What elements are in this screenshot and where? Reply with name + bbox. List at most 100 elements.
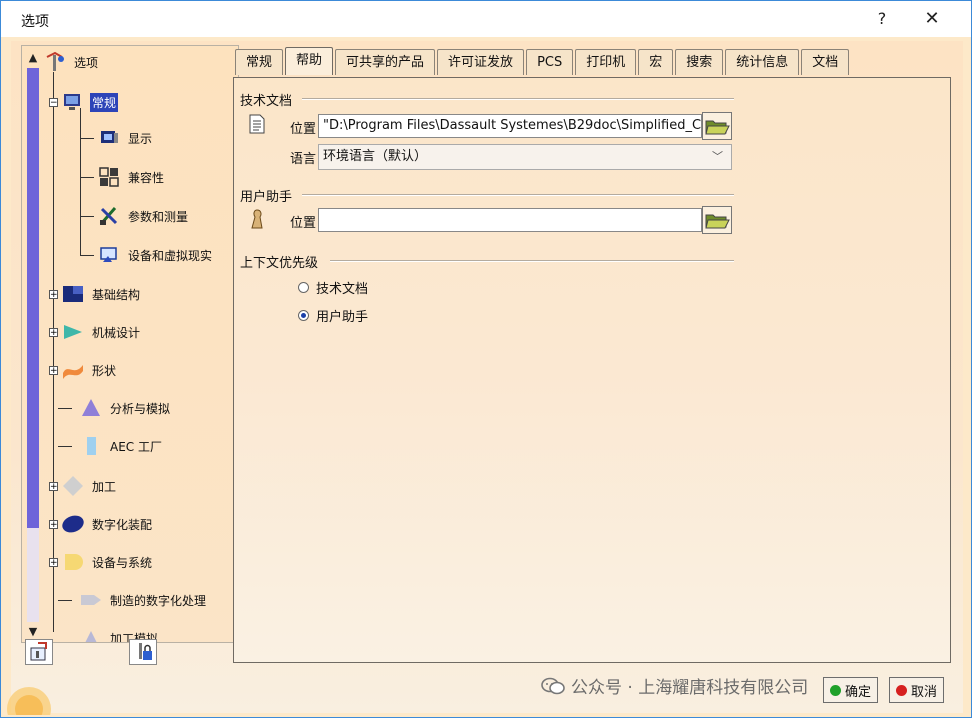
- equipment-systems-icon: [65, 554, 83, 570]
- tree-item-label: AEC 工厂: [110, 439, 162, 454]
- infrastructure-icon: [63, 286, 83, 302]
- scroll-thumb[interactable]: [27, 68, 39, 528]
- display-icon: [101, 131, 118, 143]
- digital-mockup-icon: [62, 515, 84, 533]
- ok-button[interactable]: 确定: [823, 677, 879, 703]
- machining-simulation-icon: [85, 631, 97, 642]
- tree-item-label: 参数和测量: [128, 209, 189, 224]
- tree-item-label: 显示: [128, 131, 153, 146]
- tree-item-digital-mockup[interactable]: 数字化装配: [62, 512, 154, 536]
- scroll-down-icon[interactable]: ▼: [24, 624, 42, 640]
- tab-licensing[interactable]: 许可证发放: [437, 49, 525, 75]
- tech-doc-language-select[interactable]: 环境语言（默认） ﹀: [318, 144, 732, 170]
- sun-icon: [7, 687, 51, 715]
- tab-printers[interactable]: 打印机: [575, 49, 637, 75]
- user-assistant-location-label: 位置: [290, 216, 317, 231]
- expander-mechanical[interactable]: +: [49, 328, 58, 338]
- machining-icon: [63, 476, 83, 496]
- tree-item-machining[interactable]: 加工: [62, 474, 118, 498]
- tree-item-label: 形状: [92, 363, 117, 378]
- user-assistant-icon: [251, 209, 263, 229]
- language-select-value: 环境语言（默认）: [323, 149, 428, 164]
- user-assistant-browse-button[interactable]: [702, 206, 732, 234]
- tech-doc-divider: [302, 98, 734, 100]
- tree-item-mechanical-design[interactable]: 机械设计: [62, 320, 142, 344]
- radio-user-assistant[interactable]: 用户助手: [298, 306, 368, 325]
- tab-search[interactable]: 搜索: [675, 49, 724, 75]
- tech-doc-browse-button[interactable]: [702, 112, 732, 140]
- aec-plant-icon: [87, 437, 96, 455]
- window-title: 选项: [21, 14, 49, 30]
- tab-document[interactable]: 文档: [801, 49, 850, 75]
- tree-root[interactable]: 选项: [44, 50, 100, 74]
- tree-item-label: 兼容性: [128, 170, 165, 185]
- cancel-button-label: 取消: [911, 684, 938, 700]
- dialog-client: ▲ ▼ − + + + + + + 选项 常规 显示 兼容性 参数和测量 设备和…: [11, 41, 963, 713]
- watermark-text: 公众号 · 上海耀唐科技有限公司: [571, 678, 809, 698]
- tree-item-label: 机械设计: [92, 325, 141, 340]
- user-assistant-location-input[interactable]: [318, 208, 702, 232]
- tab-general[interactable]: 常规: [235, 49, 284, 75]
- shape-icon: [63, 365, 83, 379]
- radio-tech-doc-circle[interactable]: [298, 282, 309, 293]
- ok-button-label: 确定: [845, 684, 872, 700]
- tree-item-compatibility[interactable]: 兼容性: [98, 165, 166, 189]
- expander-digital-mockup[interactable]: +: [49, 520, 58, 530]
- document-icon: [249, 114, 265, 134]
- watermark: 公众号 · 上海耀唐科技有限公司: [541, 673, 808, 698]
- tab-strip: 常规 帮助 可共享的产品 许可证发放 PCS 打印机 宏 搜索 统计信息 文档: [235, 47, 851, 77]
- expander-general[interactable]: −: [49, 98, 58, 108]
- tree-item-label: 常规: [90, 92, 119, 112]
- cancel-icon: [896, 684, 907, 696]
- options-dialog: 选项 ? ✕ ▲ ▼ − + + + + + + 选项 常规 显示 兼容性 参数…: [0, 0, 972, 718]
- tech-doc-language-label: 语言: [290, 152, 317, 167]
- expander-machining[interactable]: +: [49, 482, 58, 492]
- tree-item-devices-vr[interactable]: 设备和虚拟现实: [98, 243, 214, 267]
- tree-item-equipment-systems[interactable]: 设备与系统: [62, 550, 154, 574]
- tree-scrollbar[interactable]: ▲ ▼: [24, 50, 42, 640]
- cancel-button[interactable]: 取消: [889, 677, 945, 703]
- tab-shareable-products[interactable]: 可共享的产品: [335, 49, 436, 75]
- tree-item-analysis[interactable]: 分析与模拟: [80, 396, 172, 420]
- tree-item-general[interactable]: 常规: [62, 90, 119, 114]
- parameters-icon: [99, 207, 118, 225]
- analysis-icon: [82, 399, 100, 416]
- help-button[interactable]: ?: [867, 7, 897, 31]
- tech-doc-location-input[interactable]: "D:\Program Files\Dassault Systemes\B29d…: [318, 114, 702, 138]
- tree-item-parameters[interactable]: 参数和测量: [98, 204, 190, 228]
- tree-root-label: 选项: [74, 55, 99, 70]
- tree-item-label: 设备与系统: [92, 555, 153, 570]
- expander-equipment[interactable]: +: [49, 558, 58, 568]
- tree-item-infrastructure[interactable]: 基础结构: [62, 282, 142, 306]
- close-button[interactable]: ✕: [917, 7, 947, 31]
- tree-item-label: 加工: [92, 479, 117, 494]
- compatibility-icon: [99, 167, 119, 187]
- options-tree: − + + + + + + 选项 常规 显示 兼容性 参数和测量 设备和虚拟现实…: [44, 46, 238, 642]
- tree-lock-button[interactable]: [129, 639, 157, 665]
- tech-doc-location-label: 位置: [290, 122, 317, 137]
- tree-item-display[interactable]: 显示: [98, 126, 154, 150]
- chevron-down-icon[interactable]: ﹀: [712, 145, 723, 169]
- context-priority-section-title: 上下文优先级: [240, 256, 319, 271]
- tree-item-digital-manufacturing[interactable]: 制造的数字化处理: [80, 588, 208, 612]
- tree-item-aec-plant[interactable]: AEC 工厂: [80, 434, 164, 458]
- monitor-icon: [64, 94, 80, 110]
- wechat-icon: [541, 677, 565, 694]
- tab-statistics[interactable]: 统计信息: [725, 49, 800, 75]
- tab-macros[interactable]: 宏: [638, 49, 674, 75]
- radio-user-assistant-circle[interactable]: [298, 310, 309, 321]
- radio-tech-doc[interactable]: 技术文档: [298, 278, 368, 297]
- tab-help[interactable]: 帮助: [285, 47, 334, 75]
- tree-item-label: 分析与模拟: [110, 401, 171, 416]
- tab-pcs[interactable]: PCS: [526, 49, 574, 75]
- expander-shape[interactable]: +: [49, 366, 58, 376]
- title-bar: 选项 ? ✕: [1, 1, 971, 37]
- digital-manufacturing-icon: [81, 595, 101, 605]
- options-root-icon: [46, 51, 64, 71]
- tree-item-label: 设备和虚拟现实: [128, 248, 213, 263]
- scroll-up-icon[interactable]: ▲: [24, 50, 42, 66]
- user-assistant-section-title: 用户助手: [240, 190, 293, 205]
- expander-infrastructure[interactable]: +: [49, 290, 58, 300]
- tree-item-shape[interactable]: 形状: [62, 358, 118, 382]
- ok-icon: [830, 684, 841, 696]
